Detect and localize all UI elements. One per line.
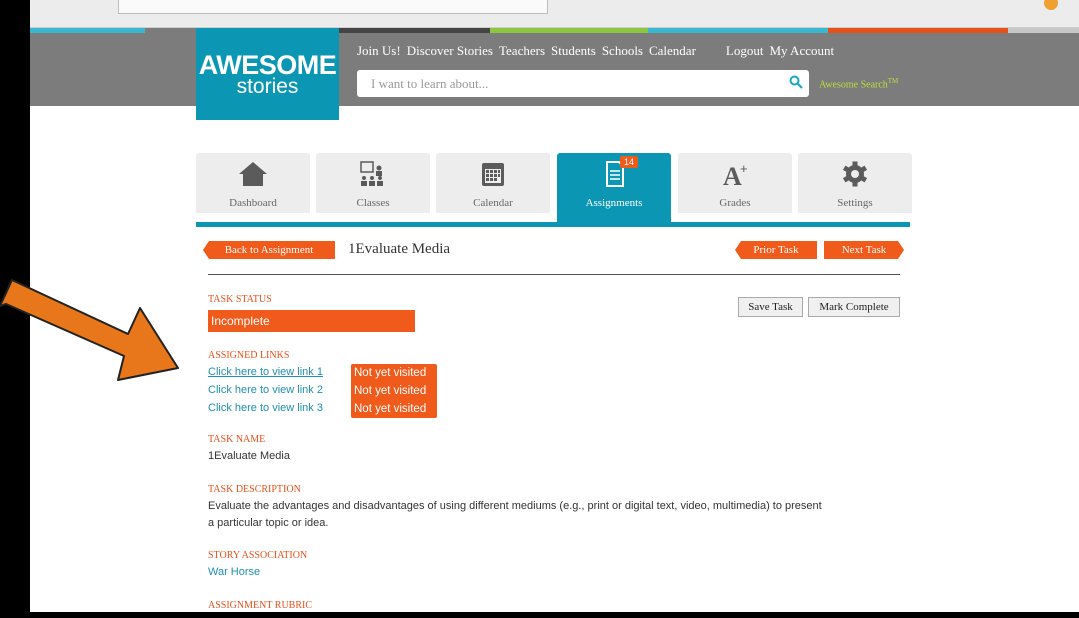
back-to-assignment-button[interactable]: Back to Assignment (203, 241, 335, 259)
tab-label: Dashboard (229, 197, 277, 209)
assigned-link-3[interactable]: Click here to view link 3 (208, 402, 323, 414)
classroom-icon (360, 161, 383, 186)
search-icon[interactable] (789, 75, 803, 89)
nav-discover-stories[interactable]: Discover Stories (407, 43, 493, 59)
tabs-underline (196, 222, 910, 227)
nav-calendar[interactable]: Calendar (649, 43, 696, 59)
task-name-label: TASK NAME (208, 434, 266, 445)
top-navigation: Join Us! Discover Stories Teachers Stude… (357, 43, 840, 59)
assignment-rubric-label: ASSIGNMENT RUBRIC (208, 600, 312, 611)
assigned-link-1[interactable]: Click here to view link 1 (208, 366, 323, 378)
home-icon (239, 162, 267, 186)
task-description-label: TASK DESCRIPTION (208, 484, 301, 495)
address-bar[interactable] (118, 0, 548, 14)
annotation-arrow-icon (0, 279, 179, 381)
browser-chrome (30, 0, 1079, 28)
tab-assignments[interactable]: 14 Assignments (557, 153, 671, 225)
status-badge: Incomplete (208, 310, 415, 332)
grade-icon: A + (723, 161, 748, 187)
assignments-count-badge: 14 (620, 156, 639, 168)
task-description-line: a particular topic or idea. (208, 517, 329, 529)
tab-label: Calendar (473, 197, 513, 209)
page-title: 1Evaluate Media (348, 241, 451, 257)
search-placeholder: I want to learn about... (371, 76, 489, 91)
calendar-icon (482, 163, 504, 186)
assigned-links-label: ASSIGNED LINKS (208, 350, 290, 361)
nav-schools[interactable]: Schools (602, 43, 643, 59)
tab-grades[interactable]: A + Grades (678, 153, 792, 213)
story-link[interactable]: War Horse (208, 566, 260, 578)
divider (208, 274, 900, 275)
task-name-value: 1Evaluate Media (208, 450, 290, 462)
nav-students[interactable]: Students (551, 43, 596, 59)
nav-my-account[interactable]: My Account (769, 43, 834, 59)
nav-join[interactable]: Join Us! (357, 43, 401, 59)
gear-icon (842, 161, 868, 187)
site-logo[interactable]: AWESOME stories (196, 28, 339, 120)
tab-label: Assignments (585, 197, 643, 209)
svg-text:+: + (740, 161, 748, 176)
task-status-label: TASK STATUS (208, 294, 272, 305)
visit-status-3: Not yet visited (354, 403, 427, 415)
assigned-link-2[interactable]: Click here to view link 2 (208, 384, 323, 396)
screen-edge-bottom (0, 612, 1079, 618)
site-header: Join Us! Discover Stories Teachers Stude… (30, 33, 1079, 106)
task-description-line: Evaluate the advantages and disadvantage… (208, 500, 822, 512)
tab-label: Grades (719, 197, 751, 209)
visit-status-2: Not yet visited (354, 385, 427, 397)
story-association-label: STORY ASSOCIATION (208, 550, 308, 561)
browser-extension-icon[interactable] (1044, 0, 1058, 10)
save-task-button[interactable]: Save Task (738, 297, 803, 317)
tab-classes[interactable]: Classes (316, 153, 430, 213)
awesome-search-link[interactable]: Awesome SearchTM (819, 77, 898, 90)
tab-calendar[interactable]: Calendar (436, 153, 550, 213)
tab-dashboard[interactable]: Dashboard (196, 153, 310, 213)
nav-logout[interactable]: Logout (726, 43, 764, 59)
tab-label: Settings (837, 197, 873, 209)
search-input[interactable]: I want to learn about... (357, 70, 809, 97)
mark-complete-button[interactable]: Mark Complete (808, 297, 900, 317)
nav-teachers[interactable]: Teachers (499, 43, 545, 59)
dashboard-tabs: Dashboard Classes Calendar 14 Assignment… (196, 153, 912, 225)
tab-settings[interactable]: Settings (798, 153, 912, 213)
next-task-button[interactable]: Next Task (824, 241, 904, 259)
visit-status-1: Not yet visited (354, 367, 427, 379)
tab-label: Classes (356, 197, 390, 209)
prior-task-button[interactable]: Prior Task (735, 241, 817, 259)
link-visit-status: Not yet visited Not yet visited Not yet … (351, 364, 437, 418)
